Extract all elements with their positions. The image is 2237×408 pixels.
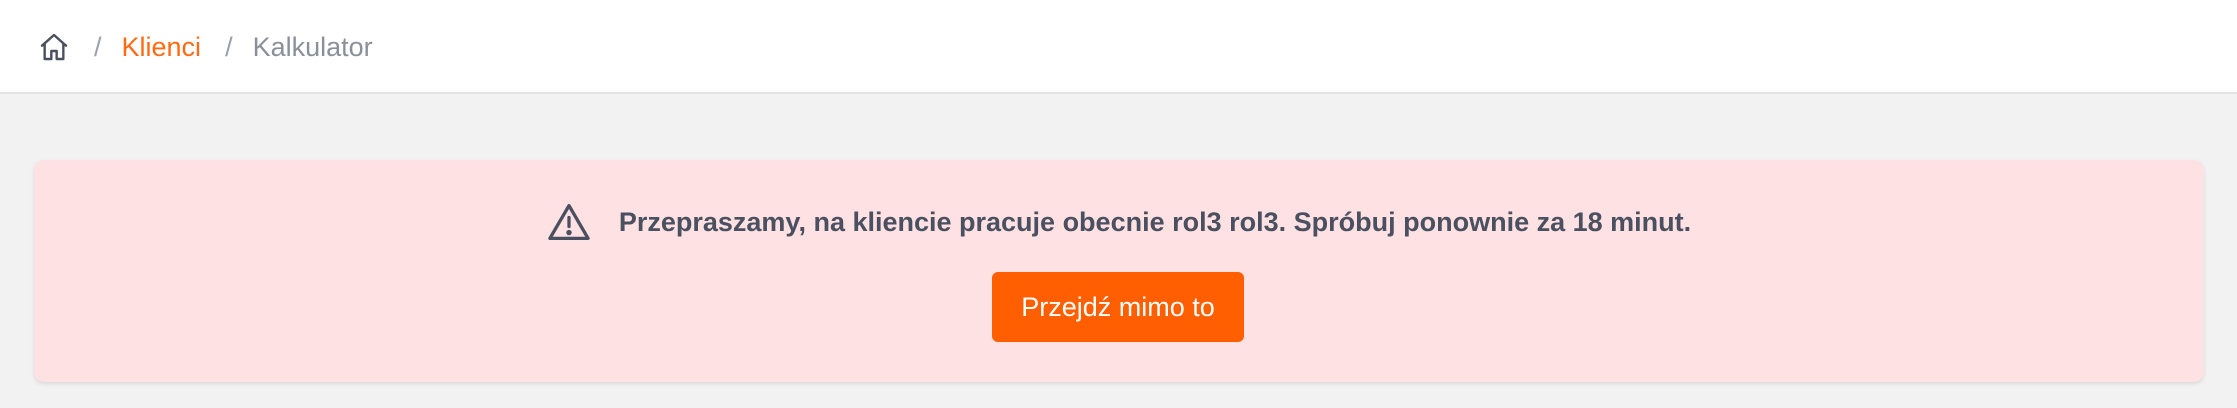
home-icon[interactable] [38,31,70,63]
breadcrumb: / Klienci / Kalkulator [38,0,373,94]
warning-triangle-icon [547,202,591,242]
proceed-anyway-button[interactable]: Przejdź mimo to [992,272,1244,342]
alert-message: Przepraszamy, na kliencie pracuje obecni… [618,206,1692,237]
breadcrumb-item-current: Kalkulator [252,31,373,62]
breadcrumb-item-klienci[interactable]: Klienci [122,32,202,63]
alert-message-row: Przepraszamy, na kliencie pracuje obecni… [34,202,2204,242]
top-bar: / Klienci / Kalkulator [0,0,2237,94]
lock-warning-alert: Przepraszamy, na kliencie pracuje obecni… [34,160,2204,382]
breadcrumb-separator: / [225,31,233,62]
breadcrumb-separator: / [94,31,102,62]
